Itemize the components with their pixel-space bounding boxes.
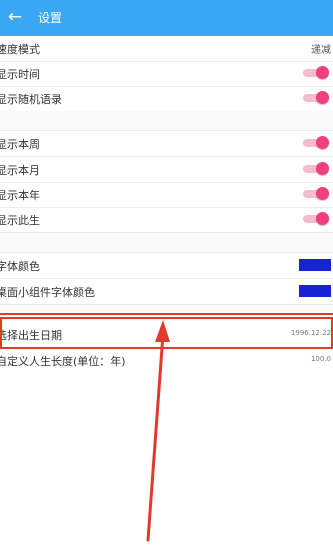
setting-label: 显示随机语录 (0, 93, 62, 106)
show-year-toggle[interactable] (303, 187, 329, 200)
font-color-swatch[interactable] (299, 259, 331, 271)
setting-label: 选择出生日期 (0, 329, 62, 342)
setting-value: 递减 (311, 45, 331, 56)
setting-show-week[interactable]: 显示本周 (0, 131, 333, 157)
setting-show-time[interactable]: 显示时间 (0, 61, 333, 87)
back-arrow-icon[interactable]: ← (4, 6, 26, 28)
setting-speed-mode[interactable]: 速度模式 递减 (0, 36, 333, 62)
setting-widget-font-color[interactable]: 桌面小组件字体颜色 (0, 279, 333, 305)
show-life-toggle[interactable] (303, 212, 329, 225)
show-quote-toggle[interactable] (303, 91, 329, 104)
page-title: 设置 (38, 11, 63, 25)
setting-label: 显示本月 (0, 164, 40, 177)
setting-label: 速度模式 (0, 43, 40, 56)
setting-label: 显示此生 (0, 214, 40, 227)
app-bar: ← 设置 (0, 0, 333, 36)
setting-show-life[interactable]: 显示此生 (0, 207, 333, 233)
setting-label: 显示时间 (0, 68, 40, 81)
section-divider (0, 305, 333, 319)
section-divider (0, 111, 333, 131)
setting-label: 字体颜色 (0, 260, 40, 273)
setting-label: 显示本周 (0, 138, 40, 151)
setting-label: 桌面小组件字体颜色 (0, 286, 95, 299)
widget-font-color-swatch[interactable] (299, 285, 331, 297)
setting-show-quote[interactable]: 显示随机语录 (0, 86, 333, 112)
setting-label: 显示本年 (0, 189, 40, 202)
setting-show-year[interactable]: 显示本年 (0, 182, 333, 208)
life-length-value: 100.0 (310, 355, 331, 363)
setting-show-month[interactable]: 显示本月 (0, 157, 333, 183)
section-divider (0, 233, 333, 253)
show-week-toggle[interactable] (303, 136, 329, 149)
setting-label: 自定义人生长度(单位：年) (0, 355, 126, 368)
setting-birth-date[interactable]: 选择出生日期 1996.12.22 (0, 322, 333, 348)
birth-date-value: 1996.12.22 (290, 329, 331, 337)
setting-font-color[interactable]: 字体颜色 (0, 253, 333, 279)
setting-life-length[interactable]: 自定义人生长度(单位：年) 100.0 (0, 348, 333, 373)
show-month-toggle[interactable] (303, 162, 329, 175)
show-time-toggle[interactable] (303, 66, 329, 79)
